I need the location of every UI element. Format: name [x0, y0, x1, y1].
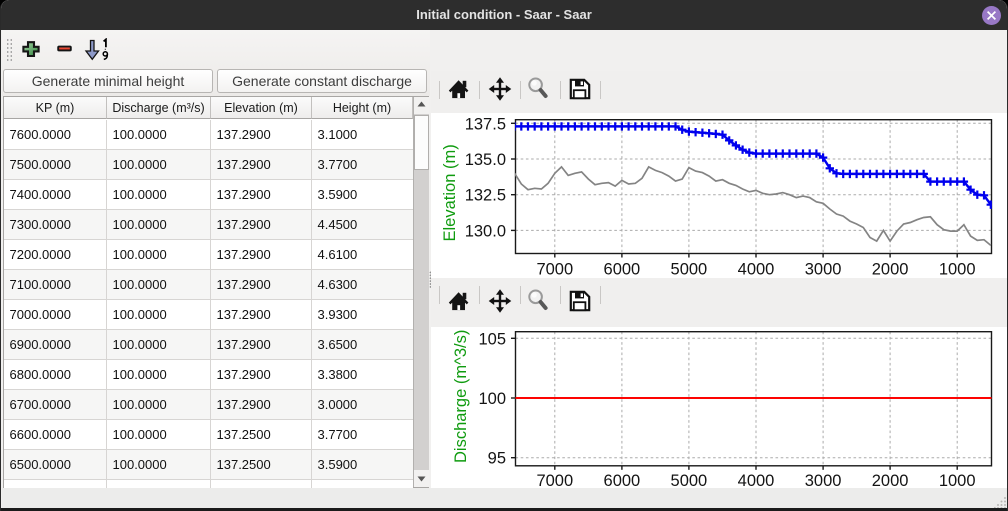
svg-text:7000: 7000: [536, 261, 573, 279]
svg-text:5000: 5000: [671, 261, 708, 279]
svg-text:2000: 2000: [872, 261, 909, 279]
svg-text:4000: 4000: [738, 261, 775, 279]
svg-text:132.5: 132.5: [465, 187, 506, 205]
svg-text:130.0: 130.0: [465, 222, 506, 240]
svg-text:1000: 1000: [939, 261, 976, 279]
svg-text:3000: 3000: [805, 261, 842, 279]
svg-text:105: 105: [478, 330, 506, 348]
svg-text:Discharge (m^3/s): Discharge (m^3/s): [452, 330, 470, 463]
svg-text:6000: 6000: [604, 261, 641, 279]
svg-text:95: 95: [488, 450, 506, 468]
svg-text:Elevation (m): Elevation (m): [441, 144, 459, 241]
svg-text:135.0: 135.0: [465, 151, 506, 169]
svg-text:137.5: 137.5: [465, 115, 506, 133]
svg-text:100: 100: [478, 390, 506, 408]
